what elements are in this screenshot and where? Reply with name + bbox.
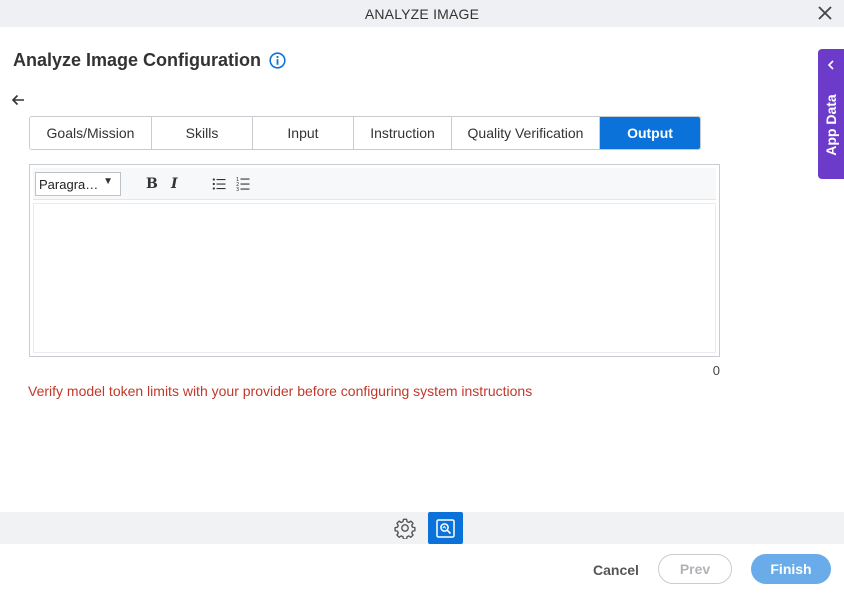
page-title-row: Analyze Image Configuration xyxy=(13,49,286,71)
character-count: 0 xyxy=(712,363,720,378)
title-bar: ANALYZE IMAGE xyxy=(0,0,844,27)
page-title: Analyze Image Configuration xyxy=(13,49,262,70)
tab-quality-verification[interactable]: Quality Verification xyxy=(452,117,600,149)
prev-button[interactable]: Prev xyxy=(658,554,732,584)
numbered-list-icon[interactable]: 1 2 3 xyxy=(236,176,250,192)
tab-label: Input xyxy=(287,125,319,141)
dialog-footer: Cancel Prev Finish xyxy=(0,544,844,595)
app-data-label: App Data xyxy=(823,94,839,156)
cancel-button[interactable]: Cancel xyxy=(587,559,645,581)
image-analyze-icon xyxy=(436,519,455,538)
format-select-value: Paragra… xyxy=(39,177,99,192)
tab-label: Output xyxy=(627,125,673,141)
back-arrow-icon[interactable] xyxy=(10,92,26,108)
tab-label: Quality Verification xyxy=(467,125,584,141)
window-title: ANALYZE IMAGE xyxy=(364,6,480,22)
tab-input[interactable]: Input xyxy=(253,117,354,149)
dropdown-caret-icon: ▼ xyxy=(103,176,113,187)
tab-label: Skills xyxy=(185,125,219,141)
tab-instruction[interactable]: Instruction xyxy=(354,117,452,149)
chevron-left-icon xyxy=(827,60,834,70)
bottom-tool-bar xyxy=(0,512,844,544)
analyze-image-button[interactable] xyxy=(428,512,463,544)
tab-label: Instruction xyxy=(370,125,435,141)
bold-button[interactable]: B xyxy=(146,176,158,194)
finish-button[interactable]: Finish xyxy=(751,554,831,584)
tab-skills[interactable]: Skills xyxy=(152,117,253,149)
tab-bar: Goals/Mission Skills Input Instruction Q… xyxy=(29,116,701,150)
editor-toolbar: Paragra… ▼ B I 1 2 3 xyxy=(33,168,716,200)
svg-text:3: 3 xyxy=(236,187,239,192)
bullet-list-icon[interactable] xyxy=(212,177,226,191)
tab-output[interactable]: Output xyxy=(600,117,700,149)
tab-label: Goals/Mission xyxy=(46,125,135,141)
info-icon[interactable] xyxy=(269,51,286,69)
gear-icon[interactable] xyxy=(394,517,416,539)
token-limit-warning: Verify model token limits with your prov… xyxy=(28,383,533,399)
editor-content-area[interactable] xyxy=(33,203,716,353)
italic-button[interactable]: I xyxy=(171,176,178,194)
close-icon[interactable] xyxy=(818,6,832,20)
tab-goals-mission[interactable]: Goals/Mission xyxy=(30,117,152,149)
app-data-panel-toggle[interactable]: App Data xyxy=(818,49,844,179)
paragraph-format-select[interactable]: Paragra… ▼ xyxy=(35,172,121,196)
rich-text-editor: Paragra… ▼ B I 1 2 3 xyxy=(29,164,720,357)
